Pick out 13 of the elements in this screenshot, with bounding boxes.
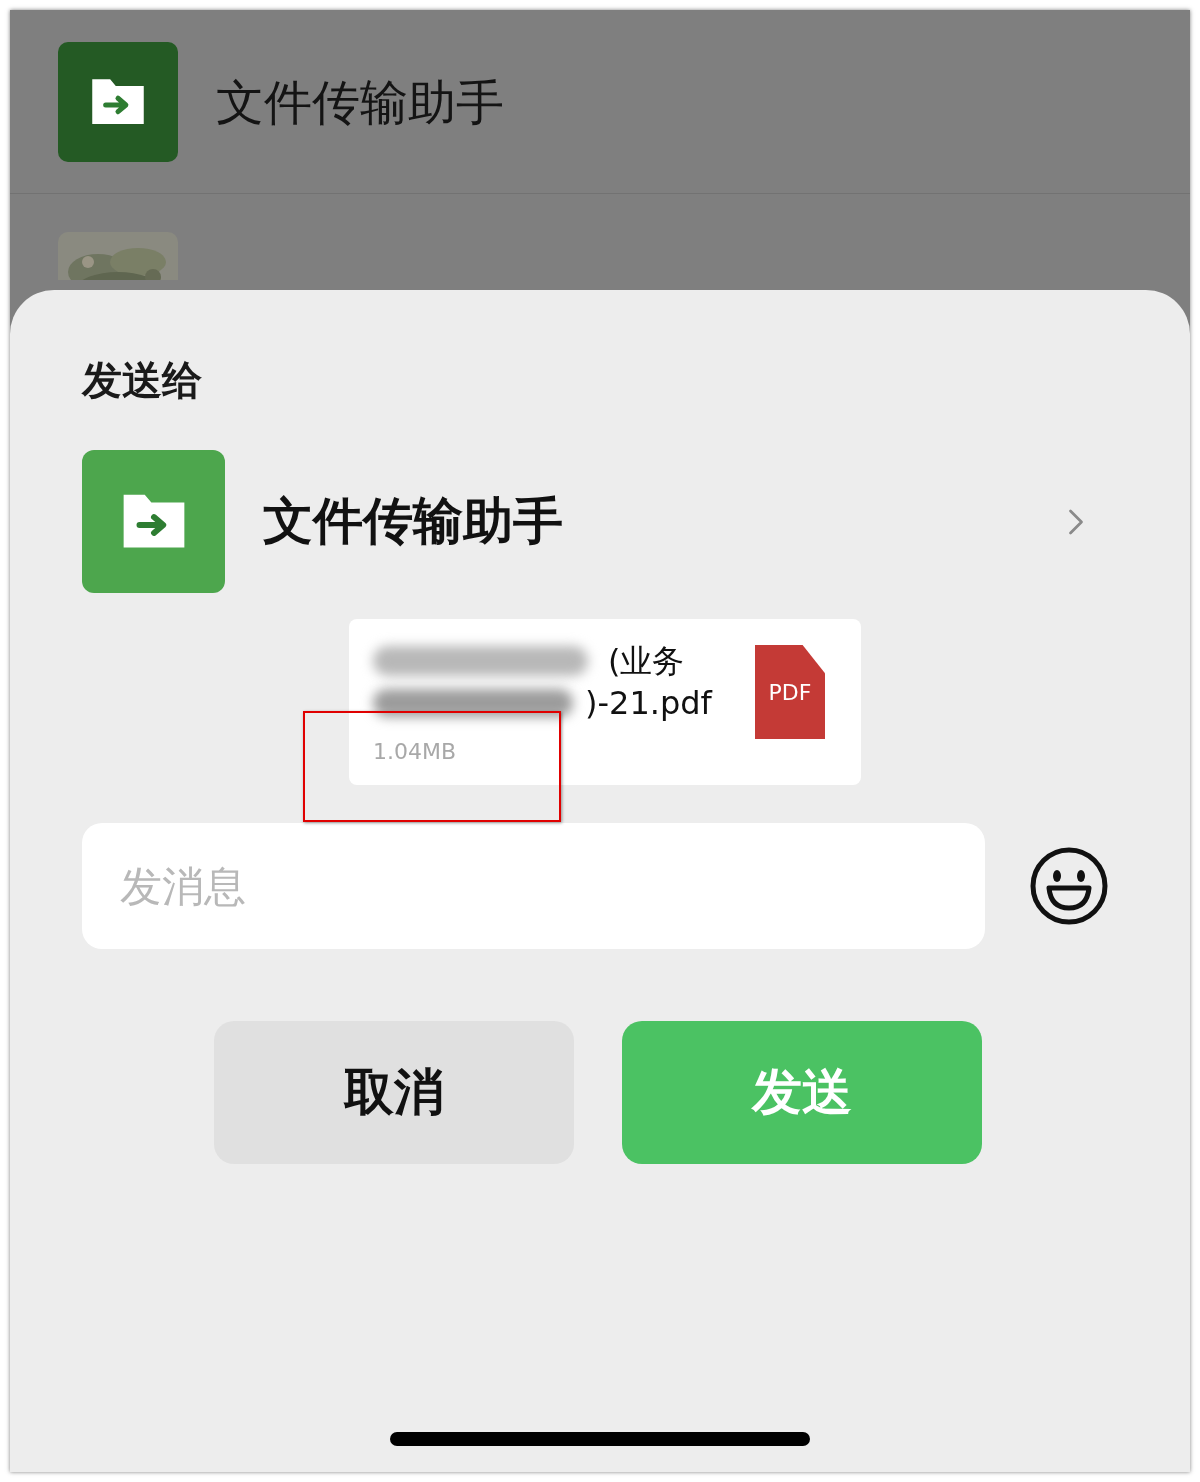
file-name: (业务: [608, 645, 685, 677]
sheet-title: 发送给: [82, 360, 203, 400]
file-name: )-21.pdf: [585, 687, 712, 719]
file-card[interactable]: (业务 )-21.pdf 1.04MB PDF: [349, 619, 861, 785]
pdf-file-icon: PDF: [755, 645, 825, 739]
cancel-button[interactable]: 取消: [214, 1021, 574, 1164]
folder-icon: [90, 76, 146, 127]
chat-avatar[interactable]: [58, 41, 178, 162]
smiley-icon[interactable]: [1029, 846, 1109, 926]
recipient-name[interactable]: 文件传输助手: [263, 484, 563, 559]
message-field[interactable]: 发消息: [82, 823, 985, 949]
chat-name[interactable]: 文件传输助手: [216, 65, 504, 138]
file-size: 1.04MB: [373, 738, 458, 766]
